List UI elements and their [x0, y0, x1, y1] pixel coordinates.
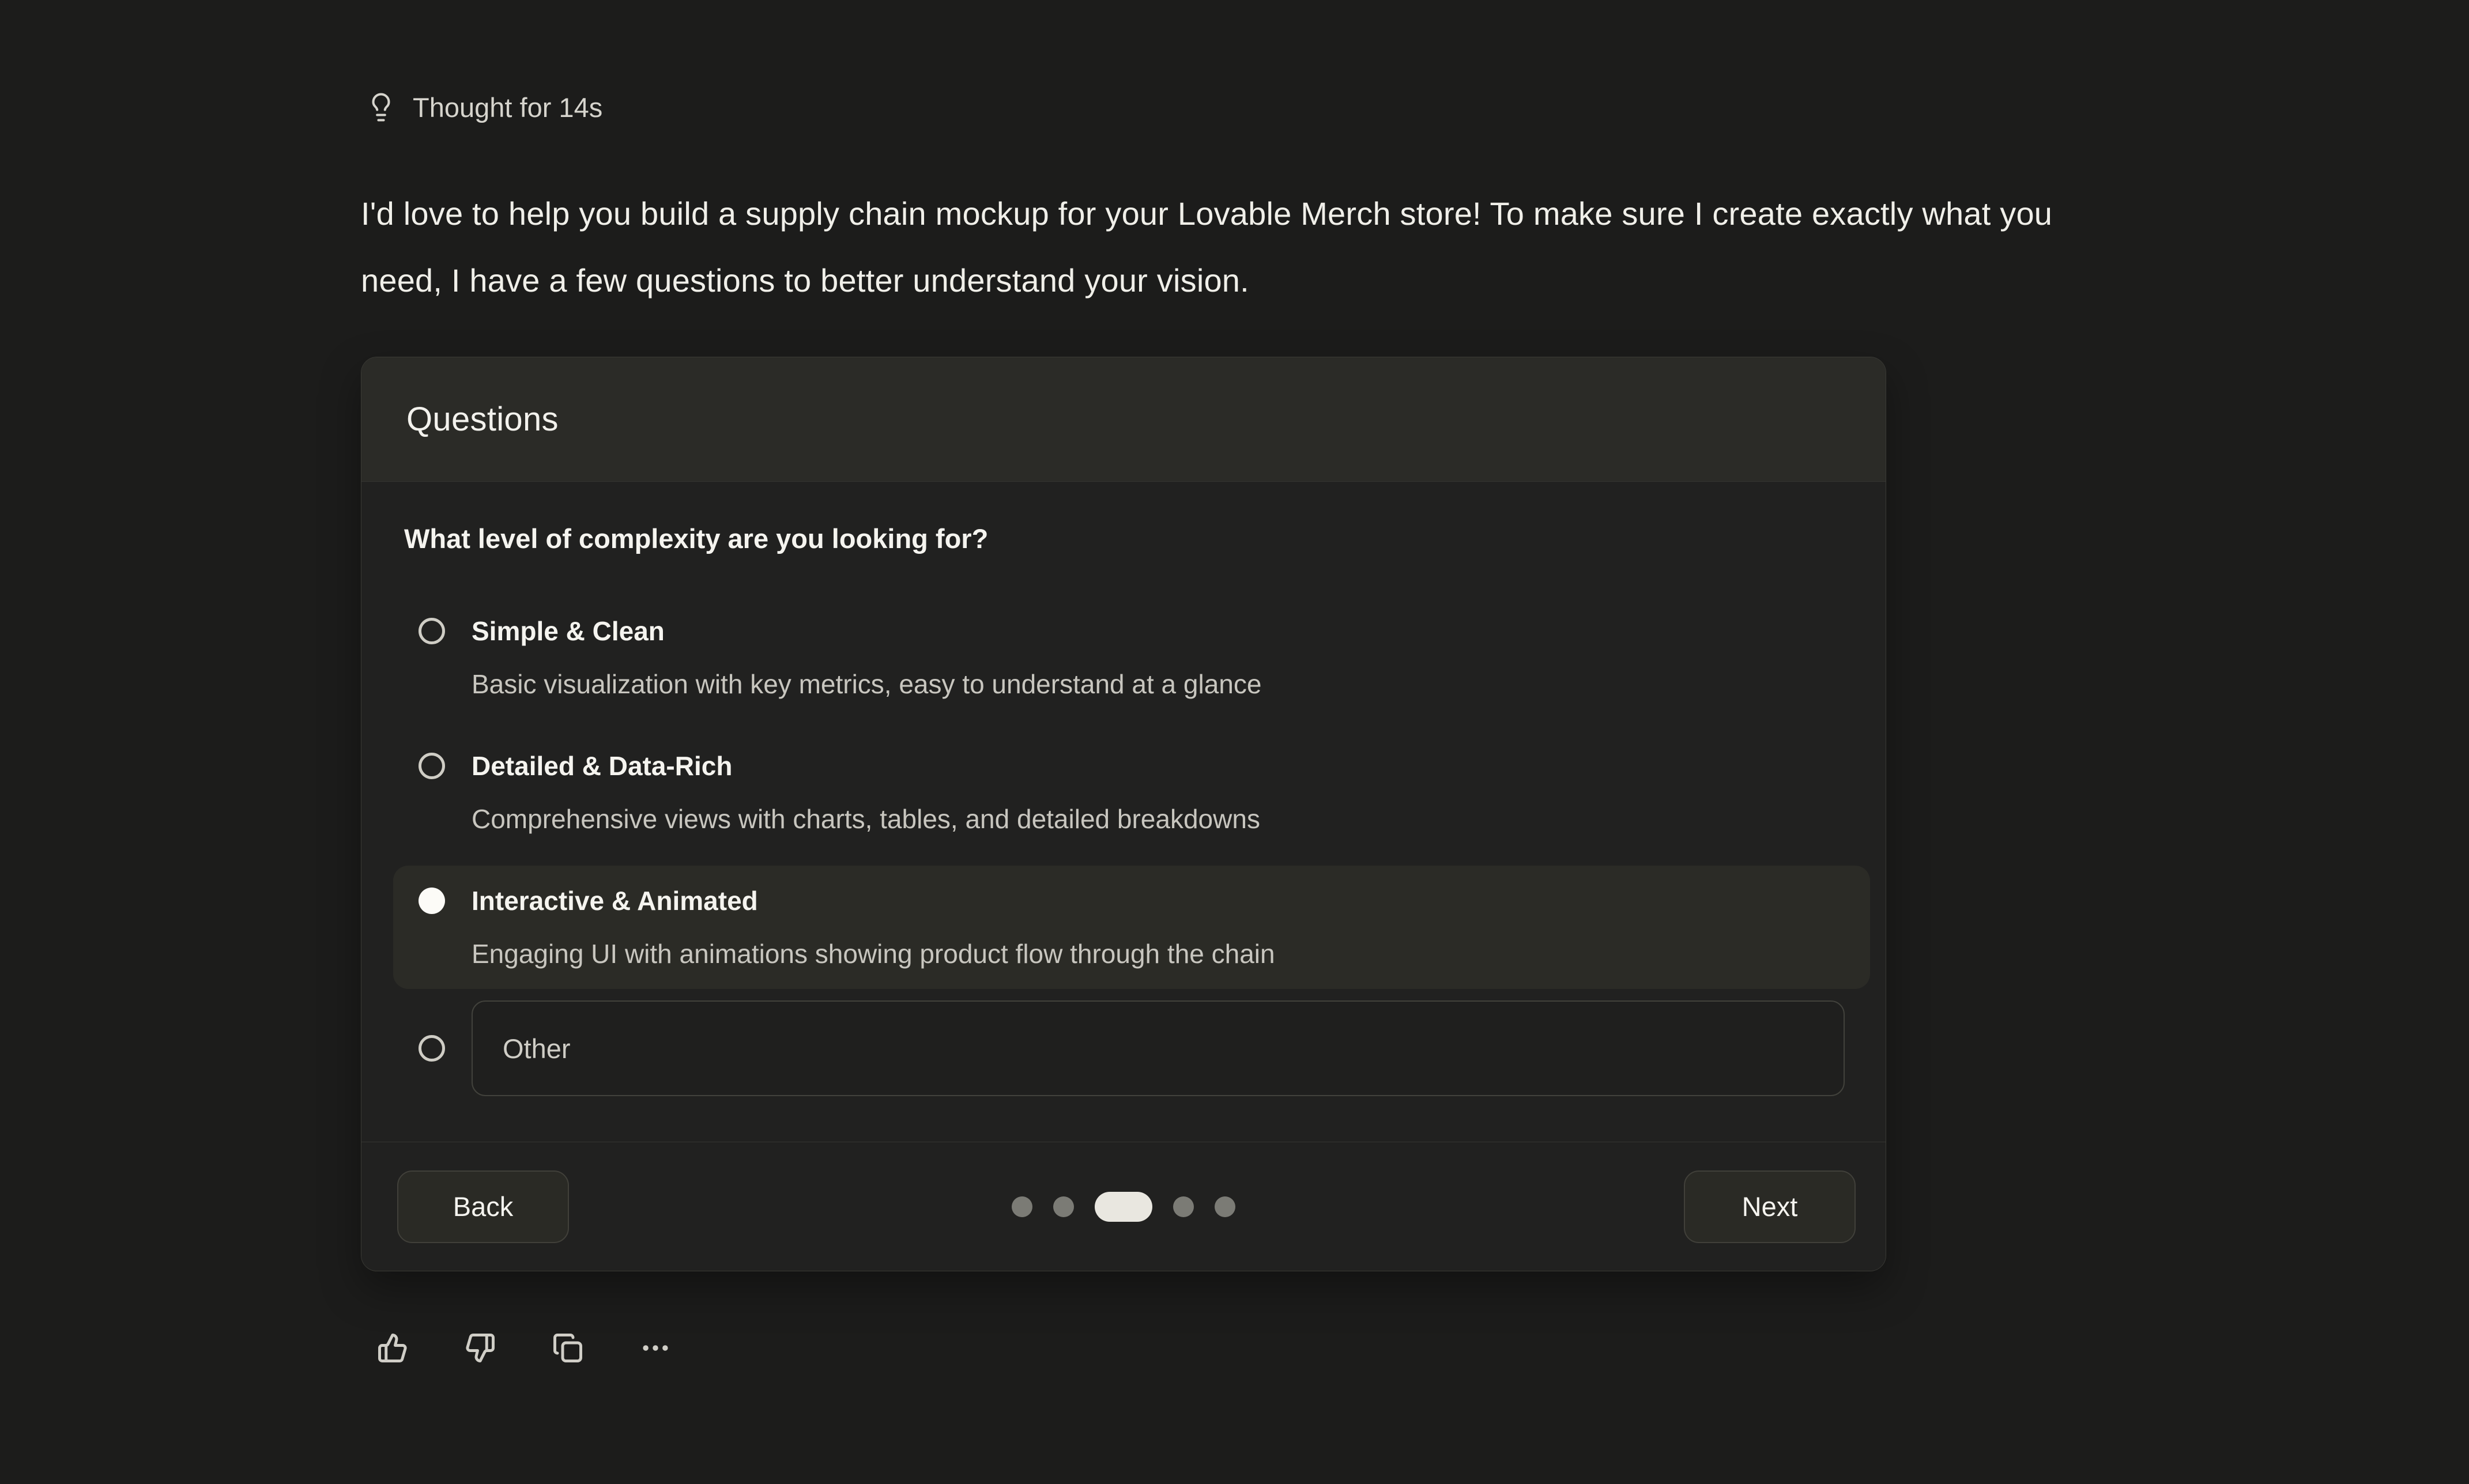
lightbulb-icon — [365, 92, 397, 123]
option-interactive-animated[interactable]: Interactive & Animated Engaging UI with … — [393, 866, 1870, 989]
thought-label: Thought for 14s — [413, 92, 602, 123]
progress-indicator — [1012, 1192, 1235, 1222]
progress-dot-3-active — [1095, 1192, 1152, 1222]
progress-dot-4 — [1173, 1196, 1194, 1217]
thumbs-down-icon — [465, 1332, 496, 1364]
option-text: Detailed & Data-Rich Comprehensive views… — [472, 746, 1845, 839]
option-title: Simple & Clean — [472, 611, 1845, 651]
thought-toggle[interactable]: Thought for 14s — [365, 91, 1886, 123]
message-action-bar — [377, 1332, 1886, 1364]
card-title: Questions — [406, 400, 559, 439]
radio-unselected-icon[interactable] — [419, 618, 445, 644]
option-text: Interactive & Animated Engaging UI with … — [472, 881, 1845, 974]
questions-card-body: What level of complexity are you looking… — [361, 482, 1886, 1142]
thumbs-up-button[interactable] — [377, 1332, 408, 1364]
option-detailed-data-rich[interactable]: Detailed & Data-Rich Comprehensive views… — [393, 731, 1870, 854]
options-list: Simple & Clean Basic visualization with … — [393, 596, 1870, 1096]
radio-unselected-icon[interactable] — [419, 1035, 445, 1062]
option-description: Basic visualization with key metrics, ea… — [472, 664, 1845, 704]
question-text: What level of complexity are you looking… — [404, 519, 1870, 559]
option-description: Comprehensive views with charts, tables,… — [472, 799, 1845, 839]
option-title: Interactive & Animated — [472, 881, 1845, 921]
copy-button[interactable] — [552, 1332, 583, 1364]
option-other[interactable] — [393, 1000, 1870, 1096]
progress-dot-1 — [1012, 1196, 1032, 1217]
ellipsis-icon — [640, 1332, 671, 1364]
option-simple-clean[interactable]: Simple & Clean Basic visualization with … — [393, 596, 1870, 719]
progress-dot-5 — [1215, 1196, 1235, 1217]
more-options-button[interactable] — [640, 1332, 671, 1364]
option-text: Simple & Clean Basic visualization with … — [472, 611, 1845, 704]
thumbs-down-button[interactable] — [465, 1332, 496, 1364]
chat-message-block: Thought for 14s I'd love to help you bui… — [361, 91, 1886, 1364]
questions-card-header: Questions — [361, 357, 1886, 482]
questions-card-footer: Back Next — [361, 1142, 1886, 1271]
radio-selected-icon[interactable] — [419, 888, 445, 914]
other-input[interactable] — [472, 1000, 1845, 1096]
copy-icon — [552, 1332, 583, 1364]
next-button[interactable]: Next — [1684, 1170, 1856, 1243]
assistant-message-text: I'd love to help you build a supply chai… — [361, 180, 2102, 314]
radio-unselected-icon[interactable] — [419, 753, 445, 779]
progress-dot-2 — [1053, 1196, 1074, 1217]
questions-card: Questions What level of complexity are y… — [361, 357, 1886, 1271]
option-title: Detailed & Data-Rich — [472, 746, 1845, 786]
option-description: Engaging UI with animations showing prod… — [472, 934, 1845, 974]
thumbs-up-icon — [377, 1332, 408, 1364]
back-button[interactable]: Back — [397, 1170, 569, 1243]
